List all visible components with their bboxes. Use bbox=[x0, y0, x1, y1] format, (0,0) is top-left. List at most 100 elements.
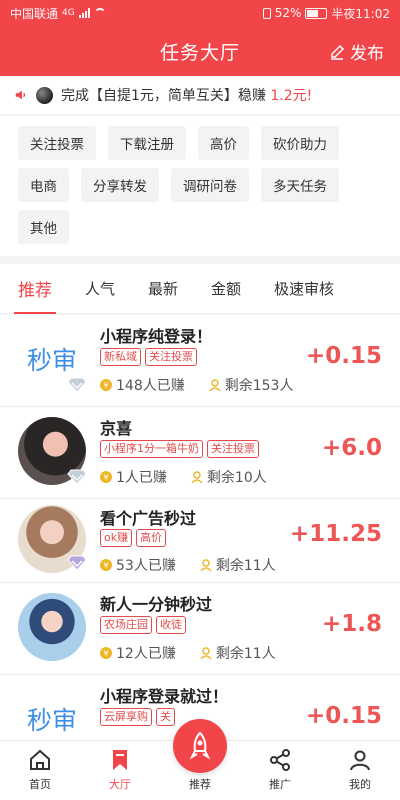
sort-tabs: 推荐 人气 最新 金额 极速审核 bbox=[0, 264, 400, 314]
task-earned: 53人已赚 bbox=[116, 558, 176, 574]
task-title: 看个广告秒过 bbox=[100, 509, 197, 528]
category-chip[interactable]: 其他 bbox=[18, 210, 69, 244]
coin-icon: ¥ bbox=[100, 647, 112, 659]
nav-label: 大厅 bbox=[109, 778, 131, 791]
nav-label: 我的 bbox=[349, 778, 371, 791]
category-chip[interactable]: 分享转发 bbox=[81, 168, 159, 202]
task-reward: +1.8 bbox=[321, 611, 382, 637]
person-icon bbox=[191, 471, 203, 483]
task-list: 秒审 小程序纯登录！ 新私域 关注投票 ¥ 148人已赚 剩余153人 +0.1… bbox=[0, 315, 400, 740]
page-title: 任务大厅 bbox=[159, 41, 240, 64]
task-remaining: 剩余11人 bbox=[215, 646, 276, 662]
nav-label: 推荐 bbox=[189, 778, 211, 791]
task-reward: +0.15 bbox=[305, 343, 382, 369]
clock: 半夜11:02 bbox=[331, 6, 390, 21]
user-icon bbox=[350, 750, 370, 771]
nav-label: 首页 bbox=[29, 778, 51, 791]
category-chip[interactable]: 电商 bbox=[18, 168, 69, 202]
task-item[interactable]: 京喜 小程序1分一箱牛奶 关注投票 ¥ 1人已赚 剩余10人 +6.0 bbox=[0, 407, 400, 499]
tab-recommend[interactable]: 推荐 bbox=[14, 264, 56, 314]
tab-latest[interactable]: 最新 bbox=[148, 264, 178, 314]
nav-label: 推广 bbox=[269, 778, 291, 791]
network-type: 4G bbox=[62, 8, 75, 18]
rocket-icon bbox=[189, 731, 211, 760]
app-root: 中国联通 4G 52% 半夜11:02 任务大厅 发布 完成【自提1元，简单互关… bbox=[0, 0, 400, 800]
notice-amount: 1.2元 bbox=[270, 88, 307, 104]
category-chip[interactable]: 下载注册 bbox=[108, 126, 186, 160]
person-icon bbox=[209, 379, 221, 391]
task-tag: 云屏享购 bbox=[100, 708, 152, 726]
task-tag: 农场庄园 bbox=[100, 616, 152, 634]
recommend-fab[interactable] bbox=[173, 719, 227, 773]
task-tag: 高价 bbox=[136, 529, 167, 547]
category-chip[interactable]: 调研问卷 bbox=[171, 168, 249, 202]
vibrate-icon bbox=[262, 7, 271, 19]
nav-hall[interactable]: 大厅 bbox=[80, 741, 160, 800]
task-earned: 12人已赚 bbox=[116, 646, 176, 662]
nav-home[interactable]: 首页 bbox=[0, 741, 80, 800]
share-icon bbox=[270, 749, 290, 771]
task-remaining: 剩余153人 bbox=[224, 378, 294, 394]
category-chip[interactable]: 砍价助力 bbox=[261, 126, 339, 160]
task-tag: ok赚 bbox=[100, 529, 133, 547]
task-item[interactable]: 新人一分钟秒过 农场庄园 收徒 ¥ 12人已赚 剩余11人 +1.8 bbox=[0, 583, 400, 675]
notice-text: 完成【自提1元，简单互关】稳赚 bbox=[61, 88, 266, 104]
nav-promote[interactable]: 推广 bbox=[240, 741, 320, 800]
tab-popular[interactable]: 人气 bbox=[85, 264, 115, 314]
task-tag: 关注投票 bbox=[145, 348, 197, 366]
tab-fast-review[interactable]: 极速审核 bbox=[274, 264, 334, 314]
category-chip[interactable]: 多天任务 bbox=[261, 168, 339, 202]
coin-icon: ¥ bbox=[100, 471, 112, 483]
person-icon bbox=[200, 647, 212, 659]
task-tag: 关 bbox=[156, 708, 175, 726]
notice-suffix: ! bbox=[306, 88, 313, 104]
diamond-icon bbox=[67, 469, 87, 485]
speaker-icon bbox=[15, 90, 26, 100]
tab-amount[interactable]: 金额 bbox=[211, 264, 241, 314]
battery-percent: 52% bbox=[274, 6, 302, 20]
home-icon bbox=[30, 749, 50, 770]
task-title: 小程序登录就过！ bbox=[100, 687, 229, 706]
bookmark-icon bbox=[113, 750, 127, 770]
task-item[interactable]: 看个广告秒过 ok赚 高价 ¥ 53人已赚 剩余11人 +11.25 bbox=[0, 499, 400, 583]
task-earned: 148人已赚 bbox=[116, 378, 185, 394]
task-remaining: 剩余10人 bbox=[206, 470, 267, 486]
category-chip[interactable]: 关注投票 bbox=[18, 126, 96, 160]
task-title: 京喜 bbox=[100, 419, 133, 438]
header: 中国联通 4G 52% 半夜11:02 任务大厅 发布 bbox=[0, 0, 400, 76]
task-reward: +6.0 bbox=[321, 435, 382, 461]
nav-bar: 任务大厅 发布 bbox=[0, 26, 400, 76]
publish-button[interactable]: 发布 bbox=[329, 39, 384, 64]
task-remaining: 剩余11人 bbox=[215, 558, 276, 574]
notice-bar[interactable]: 完成【自提1元，简单互关】稳赚 1.2元! bbox=[0, 76, 400, 114]
coin-icon: ¥ bbox=[100, 559, 112, 571]
status-bar: 中国联通 4G 52% 半夜11:02 bbox=[0, 0, 400, 26]
task-avatar bbox=[18, 593, 86, 661]
category-chip[interactable]: 高价 bbox=[198, 126, 249, 160]
bottom-nav: 首页 大厅 推荐 推广 我的 bbox=[0, 719, 400, 800]
task-tag: 关注投票 bbox=[207, 440, 259, 458]
battery-icon bbox=[305, 7, 328, 19]
task-item[interactable]: 秒审 小程序纯登录！ 新私域 关注投票 ¥ 148人已赚 剩余153人 +0.1… bbox=[0, 315, 400, 407]
task-tag: 收徒 bbox=[156, 616, 186, 634]
task-tag: 新私域 bbox=[100, 348, 141, 366]
task-reward: +11.25 bbox=[289, 521, 382, 547]
edit-icon bbox=[331, 44, 345, 60]
diamond-icon bbox=[67, 555, 87, 571]
task-avatar: 秒审 bbox=[26, 706, 77, 735]
nav-mine[interactable]: 我的 bbox=[320, 741, 400, 800]
coin-icon: ¥ bbox=[100, 379, 112, 391]
user-avatar-icon bbox=[36, 86, 53, 104]
carrier-name: 中国联通 bbox=[10, 6, 59, 21]
task-reward: +0.15 bbox=[305, 703, 382, 729]
task-title: 新人一分钟秒过 bbox=[100, 595, 213, 614]
nav-recommend[interactable]: 推荐 bbox=[160, 719, 240, 800]
publish-label: 发布 bbox=[350, 44, 384, 64]
diamond-icon bbox=[67, 377, 87, 393]
task-title: 小程序纯登录！ bbox=[100, 327, 213, 346]
task-tag: 小程序1分一箱牛奶 bbox=[100, 440, 203, 458]
wifi-icon bbox=[93, 8, 106, 18]
signal-icon bbox=[78, 8, 90, 18]
category-grid: 关注投票 下载注册 高价 砍价助力 电商 分享转发 调研问卷 多天任务 其他 bbox=[0, 116, 400, 256]
person-icon bbox=[200, 559, 212, 571]
